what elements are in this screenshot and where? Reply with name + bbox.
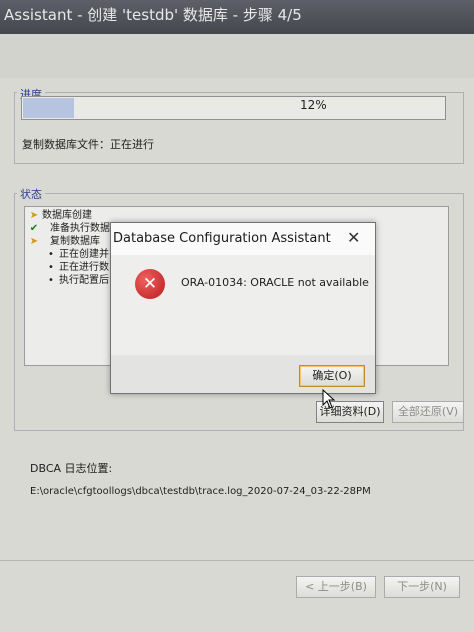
status-item[interactable]: • 执行配置后 (45, 274, 109, 287)
restore-all-button[interactable]: 全部还原(V) (392, 401, 464, 423)
arrow-icon: ➤ (29, 210, 39, 221)
dialog-title: Database Configuration Assistant (113, 231, 331, 246)
status-item[interactable]: ➤ 复制数据库 (28, 235, 100, 248)
error-icon: ✕ (135, 269, 165, 299)
status-item[interactable]: ➤ 数据库创建 (28, 209, 92, 222)
progress-percent: 12% (300, 98, 327, 112)
status-item[interactable]: • 正在进行数 (45, 261, 109, 274)
status-item[interactable]: • 正在创建并 (45, 248, 109, 261)
progress-bar (21, 96, 446, 120)
top-strip (0, 34, 474, 78)
arrow-icon: ➤ (29, 236, 39, 247)
close-icon[interactable]: ✕ (347, 228, 360, 247)
dot-icon: • (48, 262, 54, 273)
footer-divider (0, 560, 474, 561)
status-group-label: 状态 (17, 186, 45, 202)
mouse-cursor-icon (322, 389, 336, 409)
error-message: ORA-01034: ORACLE not available (181, 276, 369, 289)
progress-status-text: 复制数据库文件：正在进行 (22, 138, 154, 151)
log-location-path: E:\oracle\cfgtoollogs\dbca\testdb\trace.… (30, 486, 371, 497)
log-location-label: DBCA 日志位置: (30, 462, 113, 475)
error-dialog: Database Configuration Assistant ✕ ✕ ORA… (110, 222, 376, 394)
ok-button[interactable]: 确定(O) (299, 365, 365, 387)
progress-bar-fill (23, 98, 74, 118)
dot-icon: • (48, 249, 54, 260)
dot-icon: • (48, 275, 54, 286)
next-button[interactable]: 下一步(N) (384, 576, 460, 598)
window-title: Assistant - 创建 'testdb' 数据库 - 步骤 4/5 (0, 0, 474, 34)
back-button[interactable]: < 上一步(B) (296, 576, 376, 598)
check-icon: ✔ (29, 223, 39, 234)
